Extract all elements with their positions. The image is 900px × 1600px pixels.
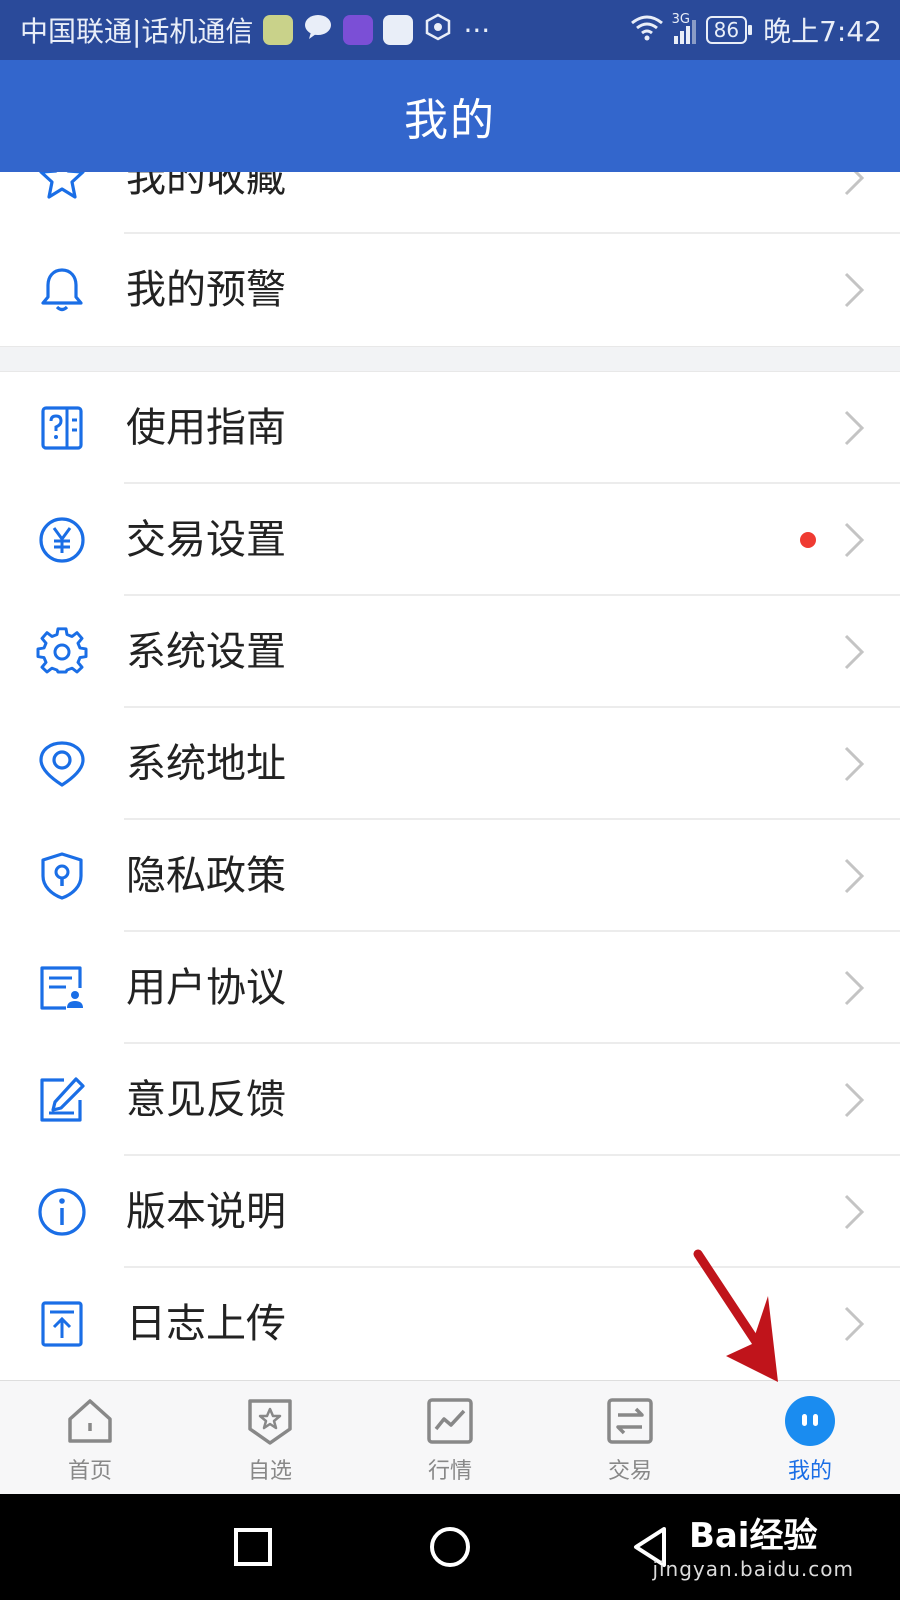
chevron-right-icon	[842, 270, 866, 310]
chevron-right-icon	[842, 408, 866, 448]
chevron-right-icon	[842, 520, 866, 560]
tab-watchlist[interactable]: 自选	[180, 1381, 360, 1494]
star-shield-icon	[244, 1395, 296, 1447]
annotation-arrow	[693, 1249, 778, 1382]
swap-icon	[604, 1395, 656, 1447]
tab-profile[interactable]: 我的	[720, 1381, 900, 1494]
page-title: 我的	[404, 95, 496, 146]
carrier-label: 中国联通|话机通信	[20, 15, 254, 48]
notification-badge	[800, 532, 816, 548]
menu-item-label: 版本说明	[126, 1189, 286, 1235]
menu-item-label: 我的预警	[126, 267, 286, 313]
menu-item-guide[interactable]: 使用指南	[0, 372, 900, 484]
clock: 晚上7:42	[763, 15, 882, 48]
agreement-icon	[36, 962, 88, 1014]
chevron-right-icon	[842, 744, 866, 784]
menu-item-trade-settings[interactable]: 交易设置	[0, 484, 900, 596]
menu-item-feedback[interactable]: 意见反馈	[0, 1044, 900, 1156]
notification-chat-icon	[303, 12, 333, 49]
menu-list: 我的收藏 我的预警 使用指南 交易设置 系统设置 系统地址 隐私政策 用户协议 …	[0, 172, 900, 1380]
menu-item-alerts[interactable]: 我的预警	[0, 234, 900, 346]
chevron-right-icon	[842, 1304, 866, 1344]
bottom-tab-bar: 首页 自选 行情 交易 我的	[0, 1380, 900, 1494]
signal-icon: 3G	[672, 12, 696, 44]
notification-pikachu-icon	[383, 15, 414, 45]
menu-item-label: 意见反馈	[126, 1077, 286, 1123]
upload-icon	[36, 1298, 88, 1350]
menu-item-label: 使用指南	[126, 405, 286, 451]
bell-icon	[36, 264, 88, 316]
chart-icon	[424, 1395, 476, 1447]
chevron-right-icon	[842, 1080, 866, 1120]
gear-icon	[36, 626, 88, 678]
location-icon	[36, 738, 88, 790]
system-nav-bar: Bai经验 jingyan.baidu.com	[0, 1494, 900, 1600]
profile-face-icon	[784, 1395, 836, 1447]
title-bar: 我的	[0, 60, 900, 172]
menu-item-favorites[interactable]: 我的收藏	[0, 172, 900, 234]
tab-market[interactable]: 行情	[360, 1381, 540, 1494]
menu-item-label: 用户协议	[126, 965, 286, 1011]
home-button[interactable]	[427, 1524, 473, 1570]
shield-lock-icon	[36, 850, 88, 902]
tab-label: 交易	[607, 1459, 652, 1484]
menu-item-label: 我的收藏	[126, 172, 286, 201]
notification-hand-icon	[423, 12, 453, 49]
status-bar: 中国联通|话机通信 ··· 3G 86 晚上7:42	[0, 0, 900, 60]
menu-item-system-address[interactable]: 系统地址	[0, 708, 900, 820]
menu-item-privacy-policy[interactable]: 隐私政策	[0, 820, 900, 932]
guide-icon	[36, 402, 88, 454]
tab-label: 行情	[427, 1459, 472, 1484]
tab-label: 首页	[67, 1459, 112, 1484]
status-right: 3G 86 晚上7:42	[630, 10, 882, 50]
section-separator	[0, 346, 900, 372]
wifi-icon	[630, 13, 664, 48]
menu-item-user-agreement[interactable]: 用户协议	[0, 932, 900, 1044]
battery-indicator: 86	[705, 16, 753, 44]
status-left: 中国联通|话机通信 ···	[20, 10, 630, 50]
home-icon	[64, 1395, 116, 1447]
tab-label: 自选	[247, 1459, 292, 1484]
tab-trade[interactable]: 交易	[540, 1381, 720, 1494]
network-type: 3G	[671, 12, 691, 27]
baidu-watermark: Bai经验 jingyan.baidu.com	[652, 1508, 854, 1581]
tab-label: 我的	[787, 1459, 832, 1484]
menu-item-label: 交易设置	[126, 517, 286, 563]
info-icon	[36, 1186, 88, 1238]
star-icon	[36, 172, 88, 204]
chevron-right-icon	[842, 856, 866, 896]
menu-item-system-settings[interactable]: 系统设置	[0, 596, 900, 708]
recent-apps-button[interactable]	[230, 1524, 276, 1570]
edit-icon	[36, 1074, 88, 1126]
watermark-sub: jingyan.baidu.com	[652, 1557, 854, 1581]
chevron-right-icon	[842, 632, 866, 672]
menu-item-label: 系统设置	[126, 629, 286, 675]
menu-item-label: 隐私政策	[126, 853, 286, 899]
yuan-icon	[36, 514, 88, 566]
tab-home[interactable]: 首页	[0, 1381, 180, 1494]
chevron-right-icon	[842, 1192, 866, 1232]
menu-item-label: 系统地址	[126, 741, 286, 787]
watermark-main: Bai经验	[688, 1516, 818, 1556]
menu-item-label: 日志上传	[126, 1301, 286, 1347]
more-notifications-icon: ···	[463, 13, 491, 47]
notification-face-icon	[263, 15, 294, 45]
chevron-right-icon	[842, 968, 866, 1008]
chevron-right-icon	[842, 172, 866, 198]
notification-app-icon	[343, 15, 374, 45]
